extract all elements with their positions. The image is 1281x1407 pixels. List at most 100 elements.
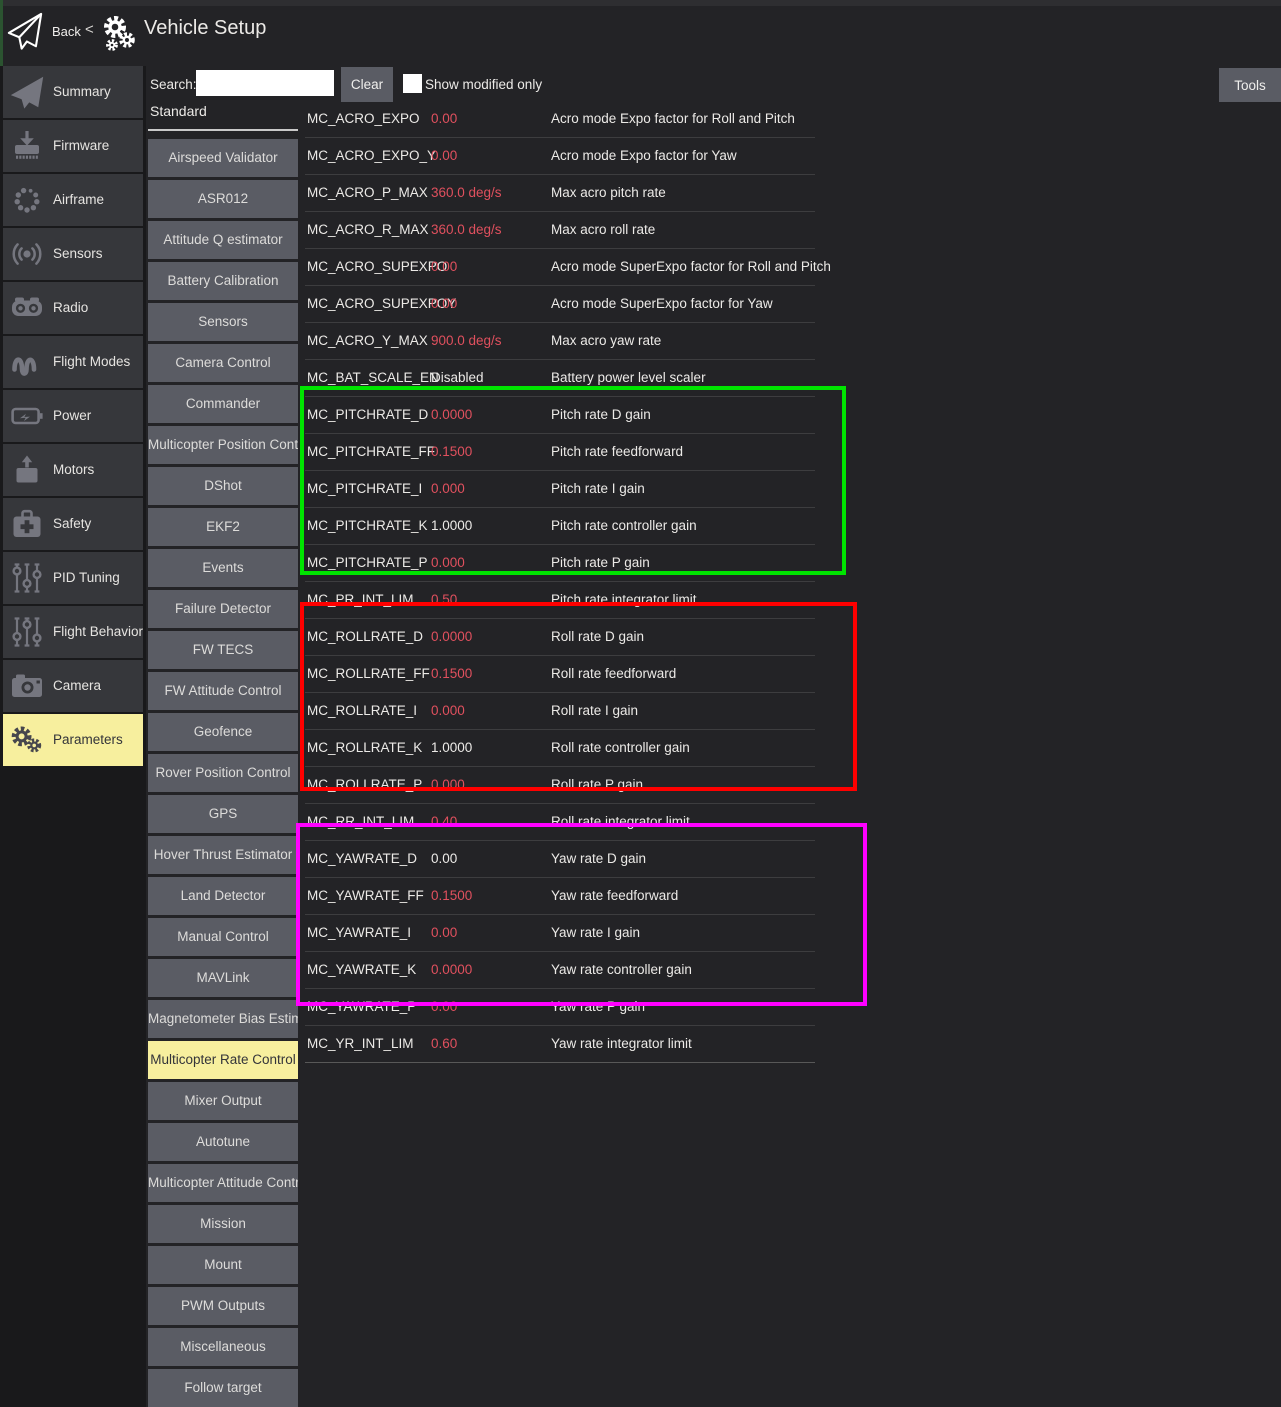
category-battery-calibration[interactable]: Battery Calibration	[148, 262, 298, 300]
category-attitude-q-estimator[interactable]: Attitude Q estimator	[148, 221, 298, 259]
parameter-value: 0.1500	[431, 878, 472, 913]
parameter-description: Yaw rate D gain	[551, 841, 646, 876]
parameter-description: Acro mode Expo factor for Roll and Pitch	[551, 101, 795, 136]
parameter-name: MC_ACRO_SUPEXPO	[307, 249, 447, 284]
parameter-row[interactable]: MC_YAWRATE_D 0.00 Yaw rate D gain	[305, 841, 815, 878]
parameter-row[interactable]: MC_YAWRATE_P 0.00 Yaw rate P gain	[305, 989, 815, 1026]
parameter-row[interactable]: MC_ROLLRATE_P 0.000 Roll rate P gain	[305, 767, 815, 804]
parameter-row[interactable]: MC_ROLLRATE_D 0.0000 Roll rate D gain	[305, 619, 815, 656]
category-geofence[interactable]: Geofence	[148, 713, 298, 751]
category-hover-thrust-estimator[interactable]: Hover Thrust Estimator	[148, 836, 298, 874]
sidebar-item-sensors[interactable]: Sensors	[3, 228, 143, 280]
category-rover-position-control[interactable]: Rover Position Control	[148, 754, 298, 792]
sidebar-item-flight-behavior[interactable]: Flight Behavior	[3, 606, 143, 658]
category-land-detector[interactable]: Land Detector	[148, 877, 298, 915]
category-failure-detector[interactable]: Failure Detector	[148, 590, 298, 628]
category-follow-target[interactable]: Follow target	[148, 1369, 298, 1407]
category-autotune[interactable]: Autotune	[148, 1123, 298, 1161]
category-multicopter-position-control[interactable]: Multicopter Position Control	[148, 426, 298, 464]
parameter-value: 0.00	[431, 249, 457, 284]
category-manual-control[interactable]: Manual Control	[148, 918, 298, 956]
parameter-row[interactable]: MC_ACRO_EXPO_Y 0.00 Acro mode Expo facto…	[305, 138, 815, 175]
parameter-description: Max acro yaw rate	[551, 323, 661, 358]
category-asr012[interactable]: ASR012	[148, 180, 298, 218]
sidebar-item-pid-tuning[interactable]: PID Tuning	[3, 552, 143, 604]
parameter-row[interactable]: MC_ROLLRATE_K 1.0000 Roll rate controlle…	[305, 730, 815, 767]
sidebar-item-safety[interactable]: Safety	[3, 498, 143, 550]
category-commander[interactable]: Commander	[148, 385, 298, 423]
parameter-row[interactable]: MC_RR_INT_LIM 0.40 Roll rate integrator …	[305, 804, 815, 841]
parameter-row[interactable]: MC_PITCHRATE_P 0.000 Pitch rate P gain	[305, 545, 815, 582]
parameter-description: Yaw rate I gain	[551, 915, 640, 950]
sidebar-item-firmware[interactable]: Firmware	[3, 120, 143, 172]
parameter-row[interactable]: MC_PITCHRATE_K 1.0000 Pitch rate control…	[305, 508, 815, 545]
parameter-row[interactable]: MC_ACRO_SUPEXPOY 0.00 Acro mode SuperExp…	[305, 286, 815, 323]
parameter-description: Acro mode SuperExpo factor for Roll and …	[551, 249, 831, 284]
parameter-row[interactable]: MC_YAWRATE_I 0.00 Yaw rate I gain	[305, 915, 815, 952]
parameter-row[interactable]: MC_ACRO_SUPEXPO 0.00 Acro mode SuperExpo…	[305, 249, 815, 286]
sidebar-item-camera[interactable]: Camera	[3, 660, 143, 712]
category-ekf2[interactable]: EKF2	[148, 508, 298, 546]
parameter-row[interactable]: MC_ACRO_EXPO 0.00 Acro mode Expo factor …	[305, 101, 815, 138]
search-input[interactable]	[196, 70, 334, 96]
parameter-row[interactable]: MC_PITCHRATE_D 0.0000 Pitch rate D gain	[305, 397, 815, 434]
parameter-name: MC_YAWRATE_K	[307, 952, 416, 987]
parameter-description: Pitch rate I gain	[551, 471, 645, 506]
category-gps[interactable]: GPS	[148, 795, 298, 833]
parameter-row[interactable]: MC_PITCHRATE_I 0.000 Pitch rate I gain	[305, 471, 815, 508]
parameter-description: Yaw rate P gain	[551, 989, 645, 1024]
flight-modes-wave-icon	[9, 344, 45, 380]
category-mavlink[interactable]: MAVLink	[148, 959, 298, 997]
parameter-row[interactable]: MC_YR_INT_LIM 0.60 Yaw rate integrator l…	[305, 1026, 815, 1063]
category-pwm-outputs[interactable]: PWM Outputs	[148, 1287, 298, 1325]
radio-goggles-icon	[9, 290, 45, 326]
category-mixer-output[interactable]: Mixer Output	[148, 1082, 298, 1120]
parameter-name: MC_PR_INT_LIM	[307, 582, 414, 617]
sidebar-item-power[interactable]: Power	[3, 390, 143, 442]
category-fw-tecs[interactable]: FW TECS	[148, 631, 298, 669]
clear-button[interactable]: Clear	[341, 67, 393, 102]
sidebar-item-motors[interactable]: Motors	[3, 444, 143, 496]
parameter-name: MC_ROLLRATE_K	[307, 730, 422, 765]
parameter-row[interactable]: MC_YAWRATE_K 0.0000 Yaw rate controller …	[305, 952, 815, 989]
sidebar-item-summary[interactable]: Summary	[3, 66, 143, 118]
parameter-row[interactable]: MC_ACRO_P_MAX 360.0 deg/s Max acro pitch…	[305, 175, 815, 212]
category-fw-attitude-control[interactable]: FW Attitude Control	[148, 672, 298, 710]
category-dshot[interactable]: DShot	[148, 467, 298, 505]
parameter-row[interactable]: MC_PR_INT_LIM 0.50 Pitch rate integrator…	[305, 582, 815, 619]
show-modified-checkbox[interactable]	[403, 74, 422, 93]
back-button[interactable]: Back	[52, 24, 81, 39]
tools-button[interactable]: Tools	[1219, 68, 1281, 102]
parameter-row[interactable]: MC_YAWRATE_FF 0.1500 Yaw rate feedforwar…	[305, 878, 815, 915]
category-events[interactable]: Events	[148, 549, 298, 587]
category-mount[interactable]: Mount	[148, 1246, 298, 1284]
parameter-row[interactable]: MC_ACRO_R_MAX 360.0 deg/s Max acro roll …	[305, 212, 815, 249]
qgc-paper-plane-logo[interactable]	[6, 9, 44, 55]
category-miscellaneous[interactable]: Miscellaneous	[148, 1328, 298, 1366]
parameter-row[interactable]: MC_ACRO_Y_MAX 900.0 deg/s Max acro yaw r…	[305, 323, 815, 360]
category-magnetometer-bias-estimator[interactable]: Magnetometer Bias Estimator	[148, 1000, 298, 1038]
category-multicopter-attitude-control[interactable]: Multicopter Attitude Control	[148, 1164, 298, 1202]
category-multicopter-rate-control[interactable]: Multicopter Rate Control	[148, 1041, 298, 1079]
sidebar-item-airframe[interactable]: Airframe	[3, 174, 143, 226]
parameter-row[interactable]: MC_BAT_SCALE_EN Disabled Battery power l…	[305, 360, 815, 397]
sidebar-item-radio[interactable]: Radio	[3, 282, 143, 334]
category-mission[interactable]: Mission	[148, 1205, 298, 1243]
sliders-alt-icon	[9, 614, 45, 650]
sidebar-item-parameters[interactable]: Parameters	[3, 714, 143, 766]
parameter-row[interactable]: MC_PITCHRATE_FF 0.1500 Pitch rate feedfo…	[305, 434, 815, 471]
parameter-name: MC_PITCHRATE_D	[307, 397, 428, 432]
category-camera-control[interactable]: Camera Control	[148, 344, 298, 382]
breadcrumb-separator: <	[85, 21, 94, 38]
sidebar: Summary Firmware Airframe Sensors Radio …	[3, 66, 143, 768]
category-airspeed-validator[interactable]: Airspeed Validator	[148, 139, 298, 177]
sidebar-item-flight-modes[interactable]: Flight Modes	[3, 336, 143, 388]
parameter-row[interactable]: MC_ROLLRATE_I 0.000 Roll rate I gain	[305, 693, 815, 730]
parameter-name: MC_ACRO_R_MAX	[307, 212, 429, 247]
parameter-row[interactable]: MC_ROLLRATE_FF 0.1500 Roll rate feedforw…	[305, 656, 815, 693]
parameter-name: MC_BAT_SCALE_EN	[307, 360, 439, 395]
parameter-description: Pitch rate D gain	[551, 397, 651, 432]
category-sensors[interactable]: Sensors	[148, 303, 298, 341]
parameter-table: MC_ACRO_EXPO 0.00 Acro mode Expo factor …	[305, 101, 815, 1063]
parameter-name: MC_PITCHRATE_FF	[307, 434, 435, 469]
